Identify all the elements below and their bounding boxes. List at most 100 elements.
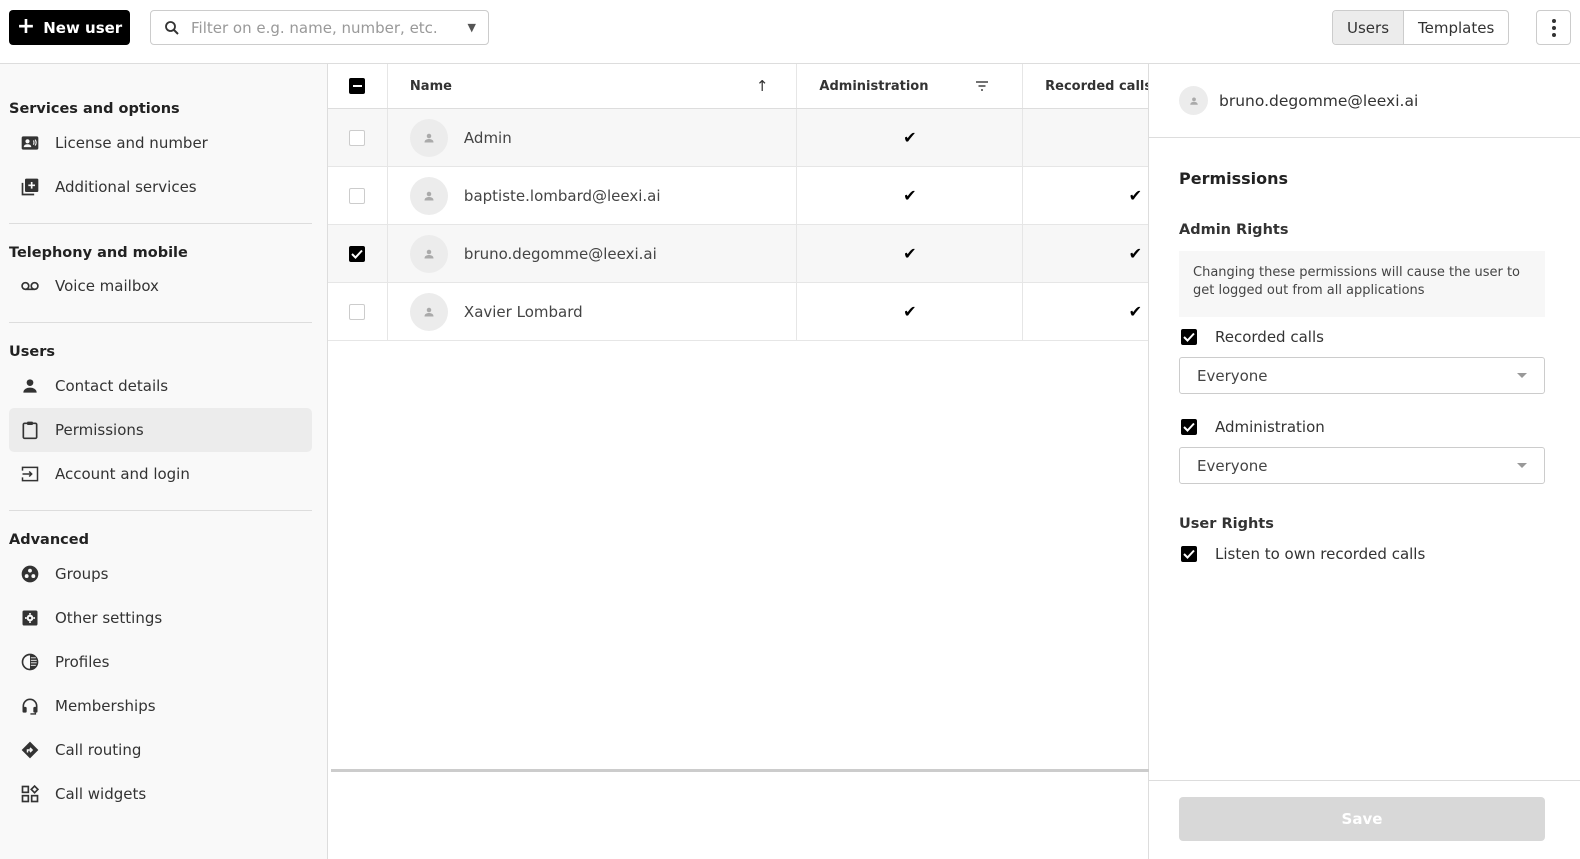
filter-field[interactable]: ▼ xyxy=(150,10,489,45)
section-title: Services and options xyxy=(9,101,180,117)
recorded-calls-checkbox[interactable] xyxy=(1181,329,1197,345)
filter-icon[interactable] xyxy=(976,81,989,91)
sidebar-item-call-routing[interactable]: Call routing xyxy=(9,728,312,772)
clipboard-icon xyxy=(22,421,38,440)
sidebar-item-label: Groups xyxy=(55,565,109,583)
save-button[interactable]: Save xyxy=(1179,797,1545,841)
sidebar-item-label: Permissions xyxy=(55,421,144,439)
sidebar-item-label: Account and login xyxy=(55,465,190,483)
administration-scope-select[interactable]: Everyone xyxy=(1179,447,1545,484)
person-icon xyxy=(424,133,434,142)
person-icon xyxy=(424,249,434,258)
avatar xyxy=(1179,86,1208,115)
person-icon xyxy=(23,379,37,393)
recorded-calls-scope-select[interactable]: Everyone xyxy=(1179,357,1545,394)
sidebar-item-voice-mailbox[interactable]: Voice mailbox xyxy=(9,264,312,308)
avatar xyxy=(409,292,448,331)
widgets-icon xyxy=(21,784,40,803)
login-icon xyxy=(21,466,39,482)
contact-card-icon xyxy=(21,136,39,150)
column-recorded-calls[interactable]: Recorded calls xyxy=(1023,64,1148,108)
more-options-button[interactable] xyxy=(1536,10,1571,45)
sidebar-item-call-widgets[interactable]: Call widgets xyxy=(9,772,312,816)
sidebar-item-account-and-login[interactable]: Account and login xyxy=(9,452,312,496)
table-row[interactable]: bruno.degomme@leexi.ai ✔ ✔ xyxy=(328,225,1148,283)
recorded-calls-label: Recorded calls xyxy=(1215,328,1324,346)
tab-templates[interactable]: Templates xyxy=(1404,11,1508,44)
sidebar-item-additional-services[interactable]: Additional services xyxy=(9,165,312,209)
check-icon: ✔ xyxy=(1128,244,1142,263)
sidebar-item-contact-details[interactable]: Contact details xyxy=(9,364,312,408)
headset-icon xyxy=(22,698,38,715)
administration-permission[interactable]: Administration xyxy=(1179,417,1550,437)
library-add-icon xyxy=(21,178,39,196)
tab-users[interactable]: Users xyxy=(1333,11,1405,44)
avatar xyxy=(409,118,448,157)
column-name-label: Name xyxy=(409,78,452,94)
listen-own-checkbox[interactable] xyxy=(1181,546,1197,562)
admin-rights-note: Changing these permissions will cause th… xyxy=(1179,251,1545,317)
sidebar-item-profiles[interactable]: Profiles xyxy=(9,640,312,684)
users-table: Name ↑ Administration Recorded calls Adm… xyxy=(328,64,1149,859)
table-row[interactable]: baptiste.lombard@leexi.ai ✔ ✔ xyxy=(328,167,1148,225)
filter-dropdown-icon[interactable]: ▼ xyxy=(468,21,476,34)
panel-header: bruno.degomme@leexi.ai xyxy=(1149,64,1580,138)
divider xyxy=(9,223,312,224)
sidebar-item-license-and-number[interactable]: License and number xyxy=(9,121,312,165)
sidebar: Services and options License and number … xyxy=(0,64,328,859)
sidebar-item-label: Call routing xyxy=(55,741,142,759)
row-checkbox[interactable] xyxy=(349,129,366,146)
sort-ascending-icon[interactable]: ↑ xyxy=(756,77,769,95)
sidebar-item-memberships[interactable]: Memberships xyxy=(9,684,312,728)
permissions-panel: bruno.degomme@leexi.ai Permissions Admin… xyxy=(1149,64,1580,859)
sidebar-item-label: License and number xyxy=(55,134,208,152)
user-name: bruno.degomme@leexi.ai xyxy=(463,244,657,263)
chevron-down-icon xyxy=(1517,373,1527,378)
person-icon xyxy=(424,191,434,200)
avatar xyxy=(409,234,448,273)
listen-own-permission[interactable]: Listen to own recorded calls xyxy=(1179,544,1550,564)
person-icon xyxy=(424,307,434,316)
row-checkbox[interactable] xyxy=(349,187,366,204)
check-icon: ✔ xyxy=(903,186,917,205)
select-all-checkbox[interactable] xyxy=(349,78,366,94)
table-header: Name ↑ Administration Recorded calls xyxy=(328,64,1148,109)
sidebar-item-label: Contact details xyxy=(55,377,169,395)
check-icon: ✔ xyxy=(903,128,917,147)
check-icon: ✔ xyxy=(903,302,917,321)
column-administration[interactable]: Administration xyxy=(797,64,1024,108)
user-name: Admin xyxy=(463,128,512,147)
panel-title: Permissions xyxy=(1179,169,1289,188)
row-checkbox[interactable] xyxy=(349,303,366,320)
panel-footer: Save xyxy=(1149,780,1580,859)
filter-input[interactable] xyxy=(191,18,468,37)
settings-box-icon xyxy=(22,610,38,626)
selected-user-name: bruno.degomme@leexi.ai xyxy=(1219,91,1419,110)
new-user-button[interactable]: + New user xyxy=(9,10,130,45)
groups-icon xyxy=(21,565,39,583)
profile-contrast-icon xyxy=(21,653,39,671)
administration-checkbox[interactable] xyxy=(1181,419,1197,435)
sidebar-item-other-settings[interactable]: Other settings xyxy=(9,596,312,640)
table-row[interactable]: Admin ✔ xyxy=(328,109,1148,167)
listen-own-label: Listen to own recorded calls xyxy=(1215,545,1426,563)
search-icon xyxy=(165,20,179,35)
sidebar-item-permissions[interactable]: Permissions xyxy=(9,408,312,452)
user-rights-title: User Rights xyxy=(1179,516,1274,532)
sidebar-item-label: Profiles xyxy=(55,653,110,671)
row-checkbox[interactable] xyxy=(349,245,366,262)
sidebar-item-label: Other settings xyxy=(55,609,163,627)
horizontal-scrollbar[interactable] xyxy=(331,769,1149,772)
column-name[interactable]: Name ↑ xyxy=(388,64,798,108)
administration-label: Administration xyxy=(1215,418,1325,436)
sidebar-item-groups[interactable]: Groups xyxy=(9,552,312,596)
plus-icon: + xyxy=(16,13,36,39)
sidebar-item-label: Additional services xyxy=(55,178,197,196)
sidebar-item-label: Memberships xyxy=(55,697,156,715)
voicemail-icon xyxy=(21,281,39,291)
check-icon: ✔ xyxy=(1128,186,1142,205)
new-user-label: New user xyxy=(43,18,123,37)
view-switch: Users Templates xyxy=(1332,10,1510,45)
recorded-calls-permission[interactable]: Recorded calls xyxy=(1179,327,1550,347)
table-row[interactable]: Xavier Lombard ✔ ✔ xyxy=(328,283,1148,341)
